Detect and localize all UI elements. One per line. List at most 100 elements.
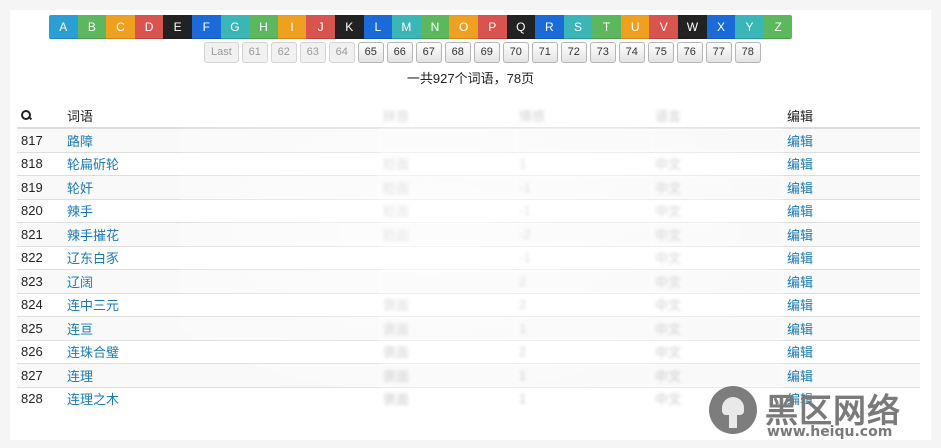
row-edit-link[interactable]: 编辑 — [787, 251, 813, 266]
row-edit-link[interactable]: 编辑 — [787, 275, 813, 290]
pager-last-button[interactable]: Last — [204, 42, 239, 63]
row-id: 821 — [21, 226, 43, 242]
header-word[interactable]: 词语 — [63, 103, 379, 129]
row-col4: 2 — [519, 344, 527, 360]
pager-page-button[interactable]: 63 — [299, 42, 326, 63]
letter-filter-j[interactable]: J — [306, 15, 335, 39]
pager-page-button[interactable]: 77 — [705, 42, 732, 63]
letter-filter-y[interactable]: Y — [735, 15, 764, 39]
letter-filter-r[interactable]: R — [535, 15, 564, 39]
pager-page-button[interactable]: 66 — [386, 42, 413, 63]
row-word-link[interactable]: 连亘 — [67, 322, 93, 337]
pager-page-button[interactable]: 78 — [734, 42, 761, 63]
row-word-link[interactable]: 轮奸 — [67, 181, 93, 196]
table-cell: 编辑 — [783, 245, 920, 270]
table-cell: 824 — [17, 292, 63, 317]
letter-filter-w[interactable]: W — [678, 15, 707, 39]
pager-page-button[interactable]: 76 — [676, 42, 703, 63]
row-id: 823 — [21, 273, 43, 289]
table-cell: 辽东白豕 — [63, 245, 379, 270]
table-row: 817 路障 编辑 — [17, 127, 920, 152]
letter-filter-b[interactable]: B — [77, 15, 107, 39]
letter-filter-h[interactable]: H — [249, 15, 278, 39]
pager-page-button[interactable]: 64 — [328, 42, 355, 63]
pager-page-button[interactable]: 71 — [531, 42, 558, 63]
row-edit-link[interactable]: 编辑 — [787, 134, 813, 149]
letter-filter-x[interactable]: X — [706, 15, 736, 39]
row-word-link[interactable]: 路障 — [67, 134, 93, 149]
table-cell: -2 — [515, 222, 651, 246]
table-cell: 轮扁斫轮 — [63, 151, 379, 176]
letter-filter-u[interactable]: U — [620, 15, 650, 39]
letter-filter-s[interactable]: S — [563, 15, 593, 39]
table-cell: 贬面 — [379, 198, 515, 223]
letter-filter-l[interactable]: L — [363, 15, 393, 39]
row-word-link[interactable]: 轮扁斫轮 — [67, 157, 119, 172]
row-word-link[interactable]: 连珠合璧 — [67, 345, 119, 360]
pager-page-button[interactable]: 69 — [473, 42, 500, 63]
row-word-link[interactable]: 连理 — [67, 369, 93, 384]
pager-page-button[interactable]: 75 — [647, 42, 674, 63]
letter-filter-a[interactable]: A — [49, 15, 78, 39]
table-row: 821 辣手摧花 贬面 -2 中文 编辑 — [17, 222, 920, 246]
pager-page-button[interactable]: 68 — [444, 42, 471, 63]
search-header-cell[interactable] — [17, 103, 63, 129]
table-cell: 编辑 — [783, 151, 920, 176]
row-word-link[interactable]: 辽阔 — [67, 275, 93, 290]
row-word-link[interactable]: 连理之木 — [67, 392, 119, 407]
table-cell: 辣手 — [63, 198, 379, 223]
row-col4: 1 — [519, 320, 527, 336]
search-icon[interactable] — [21, 109, 31, 120]
row-col5: 中文 — [655, 180, 682, 196]
row-edit-link[interactable]: 编辑 — [787, 345, 813, 360]
letter-filter-t[interactable]: T — [592, 15, 621, 39]
table-cell: 822 — [17, 245, 63, 270]
row-col4: -1 — [519, 179, 531, 195]
letter-filter-e[interactable]: E — [163, 15, 192, 39]
header-emotion[interactable]: 情感 — [515, 103, 651, 129]
letter-filter-m[interactable]: M — [392, 15, 421, 39]
row-col5: 中文 — [655, 368, 682, 384]
pager-page-button[interactable]: 72 — [560, 42, 587, 63]
pager-page-button[interactable]: 74 — [618, 42, 645, 63]
row-edit-link[interactable]: 编辑 — [787, 228, 813, 243]
letter-filter-v[interactable]: V — [649, 15, 679, 39]
letter-filter-d[interactable]: D — [134, 15, 164, 39]
letter-filter-f[interactable]: F — [191, 15, 221, 39]
letter-filter-p[interactable]: P — [477, 15, 507, 39]
row-edit-link[interactable]: 编辑 — [787, 298, 813, 313]
table-row: 822 辽东白豕 -1 中文 编辑 — [17, 245, 920, 270]
row-edit-link[interactable]: 编辑 — [787, 204, 813, 219]
row-edit-link[interactable]: 编辑 — [787, 157, 813, 172]
pager-page-button[interactable]: 61 — [241, 42, 268, 63]
table-cell: 2 — [515, 292, 651, 317]
table-cell: 贬面 — [379, 222, 515, 246]
letter-filter-g[interactable]: G — [220, 15, 250, 39]
row-word-link[interactable]: 辣手 — [67, 204, 93, 219]
header-pinyin[interactable]: 拼音 — [379, 103, 515, 129]
row-word-link[interactable]: 辽东白豕 — [67, 251, 119, 266]
table-cell — [651, 127, 783, 152]
table-row: 824 连中三元 褒面 2 中文 编辑 — [17, 292, 920, 317]
row-word-link[interactable]: 辣手摧花 — [67, 228, 119, 243]
pager-page-button[interactable]: 73 — [589, 42, 616, 63]
letter-filter-z[interactable]: Z — [763, 15, 793, 39]
letter-filter-k[interactable]: K — [334, 15, 364, 39]
row-word-link[interactable]: 连中三元 — [67, 298, 119, 313]
letter-filter-q[interactable]: Q — [506, 15, 536, 39]
row-edit-link[interactable]: 编辑 — [787, 181, 813, 196]
letter-filter-o[interactable]: O — [449, 15, 478, 39]
header-lang[interactable]: 语言 — [651, 103, 783, 129]
pager-page-button[interactable]: 67 — [415, 42, 442, 63]
row-col4: 2 — [519, 297, 527, 313]
letter-filter-n[interactable]: N — [420, 15, 450, 39]
row-edit-link[interactable]: 编辑 — [787, 322, 813, 337]
table-cell: 2 — [515, 339, 651, 364]
letter-filter-c[interactable]: C — [106, 15, 135, 39]
pager-page-button[interactable]: 65 — [357, 42, 384, 63]
pager-page-button[interactable]: 62 — [270, 42, 297, 63]
row-col4: 1 — [519, 156, 527, 172]
pager-page-button[interactable]: 70 — [502, 42, 529, 63]
row-id: 825 — [21, 320, 43, 336]
letter-filter-i[interactable]: I — [277, 15, 307, 39]
